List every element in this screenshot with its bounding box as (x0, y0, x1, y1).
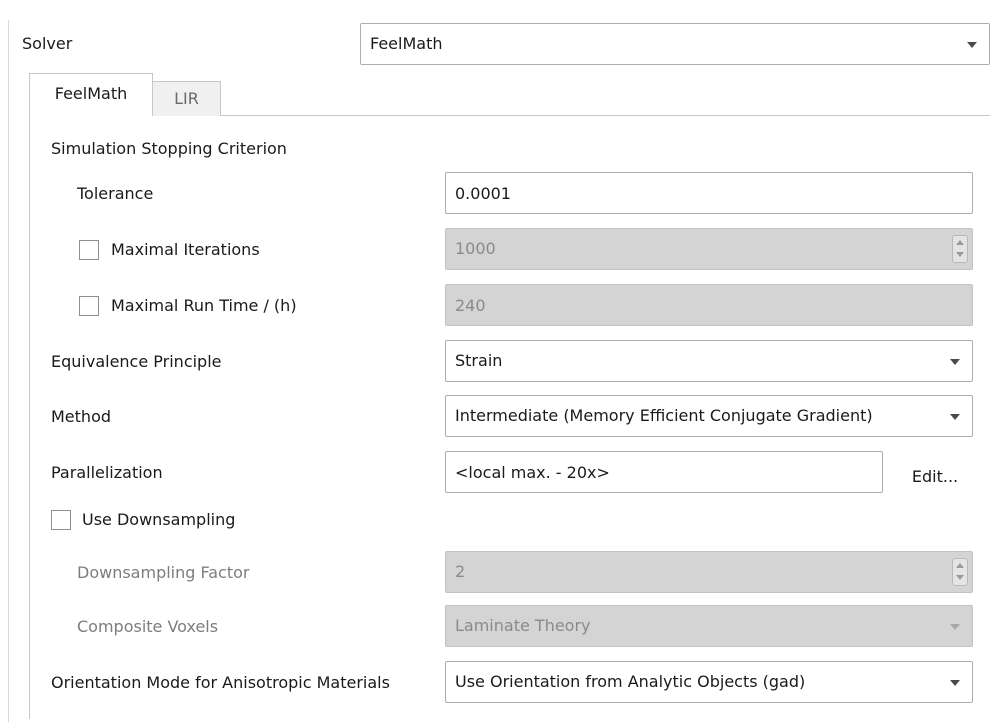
use-downsampling-label: Use Downsampling (82, 510, 236, 529)
solver-label: Solver (22, 34, 73, 53)
spin-down-icon[interactable] (956, 575, 964, 580)
parallelization-edit-button[interactable]: Edit... (896, 460, 974, 494)
method-select[interactable]: Intermediate (Memory Efficient Conjugate… (445, 395, 973, 437)
method-label: Method (51, 407, 112, 426)
parallelization-label: Parallelization (51, 463, 163, 482)
max-runtime-checkbox[interactable] (79, 296, 99, 316)
parallelization-input[interactable] (445, 451, 883, 493)
tab-lir[interactable]: LIR (153, 81, 221, 116)
method-select-value: Intermediate (Memory Efficient Conjugate… (455, 406, 873, 425)
spin-up-icon[interactable] (956, 240, 964, 245)
equivalence-select[interactable]: Strain (445, 340, 973, 382)
tab-feelmath[interactable]: FeelMath (29, 73, 153, 116)
equivalence-select-value: Strain (455, 351, 503, 370)
solver-select-value: FeelMath (370, 34, 443, 53)
chevron-down-icon (950, 624, 960, 630)
chevron-down-icon (950, 680, 960, 686)
downsampling-factor-spinbox[interactable]: 2 (445, 551, 973, 593)
chevron-down-icon (967, 42, 977, 48)
tolerance-label: Tolerance (77, 184, 154, 203)
max-runtime-label: Maximal Run Time / (h) (111, 296, 297, 315)
tab-feelmath-label: FeelMath (54, 84, 128, 103)
orientation-mode-value: Use Orientation from Analytic Objects (g… (455, 672, 806, 691)
chevron-down-icon (950, 359, 960, 365)
downsampling-factor-label: Downsampling Factor (77, 563, 250, 582)
orientation-mode-label: Orientation Mode for Anisotropic Materia… (51, 673, 390, 692)
max-runtime-input[interactable] (445, 284, 973, 326)
spin-up-icon[interactable] (956, 563, 964, 568)
tolerance-input[interactable] (445, 172, 973, 214)
max-iterations-value: 1000 (455, 239, 496, 258)
equivalence-label: Equivalence Principle (51, 352, 222, 371)
composite-voxels-value: Laminate Theory (455, 616, 591, 635)
use-downsampling-checkbox[interactable] (51, 510, 71, 530)
max-iterations-spinbox[interactable]: 1000 (445, 228, 973, 270)
spin-buttons[interactable] (952, 235, 968, 263)
max-iterations-checkbox[interactable] (79, 240, 99, 260)
stopping-criterion-heading: Simulation Stopping Criterion (51, 139, 287, 158)
max-iterations-label: Maximal Iterations (111, 240, 260, 259)
spin-buttons[interactable] (952, 558, 968, 586)
downsampling-factor-value: 2 (455, 562, 466, 581)
solver-select[interactable]: FeelMath (360, 23, 990, 65)
composite-voxels-label: Composite Voxels (77, 617, 219, 636)
tab-lir-label: LIR (174, 89, 199, 108)
orientation-mode-select[interactable]: Use Orientation from Analytic Objects (g… (445, 661, 973, 703)
spin-down-icon[interactable] (956, 252, 964, 257)
chevron-down-icon (950, 414, 960, 420)
composite-voxels-select[interactable]: Laminate Theory (445, 605, 973, 647)
